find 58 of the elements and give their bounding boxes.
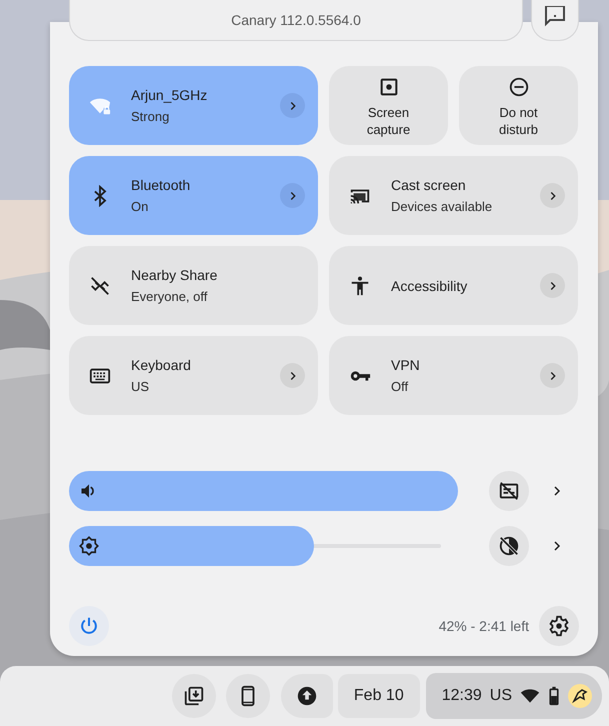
tile-subtitle: US	[131, 379, 150, 394]
avatar-icon	[568, 684, 592, 708]
tile-title: VPN	[391, 357, 421, 373]
tile-title: Cast screen	[391, 177, 467, 193]
tile-title: Do not disturb	[498, 104, 540, 138]
chevron-button[interactable]	[540, 273, 565, 298]
date-button[interactable]: Feb 10	[338, 674, 420, 718]
tile-subtitle: On	[131, 199, 150, 214]
tile-title: Accessibility	[391, 278, 468, 294]
brightness-icon	[79, 536, 99, 556]
tile-subtitle: Devices available	[391, 199, 494, 214]
chevron-button[interactable]	[540, 363, 565, 388]
dark-theme-off-icon	[498, 535, 520, 557]
feature-tile[interactable]: Accessibility	[329, 246, 578, 325]
chevron-button[interactable]	[280, 183, 305, 208]
nearby-share-off-icon	[89, 274, 111, 296]
battery-icon	[548, 686, 560, 706]
feature-tile[interactable]: Screen capture	[329, 66, 448, 145]
tile-subtitle: Strong	[131, 109, 170, 124]
feedback-button[interactable]	[531, 0, 579, 41]
feature-tile[interactable]: Nearby Share Everyone, off	[69, 246, 318, 325]
tile-title: Arjun_5GHz	[131, 87, 208, 103]
settings-icon	[548, 615, 570, 637]
feature-tile[interactable]: Bluetooth On	[69, 156, 318, 235]
power-icon	[78, 615, 100, 637]
settings-button[interactable]	[539, 606, 579, 646]
chevron-button[interactable]	[280, 363, 305, 388]
screen-capture-icon	[378, 76, 400, 98]
feature-tile[interactable]: Do not disturb	[459, 66, 578, 145]
chevron-button[interactable]	[540, 183, 565, 208]
phone-hub-button[interactable]	[226, 674, 270, 718]
feature-tile[interactable]: Cast screen Devices available	[329, 156, 578, 235]
tile-title: Nearby Share	[131, 267, 218, 283]
status-area[interactable]: 12:39 US	[426, 673, 602, 719]
upload-icon	[296, 685, 318, 707]
tile-title: Keyboard	[131, 357, 192, 373]
feature-tile[interactable]: Arjun_5GHz Strong	[69, 66, 318, 145]
slider-fill[interactable]	[69, 526, 314, 566]
download-stack-icon	[182, 685, 205, 707]
feature-tile[interactable]: Keyboard US	[69, 336, 318, 415]
clock-time: 12:39	[442, 687, 482, 705]
toggle-button[interactable]	[489, 526, 529, 566]
accessibility-icon	[349, 274, 371, 296]
tile-title: Bluetooth	[131, 177, 192, 193]
battery-status: 42% - 2:41 left	[438, 618, 529, 634]
tile-subtitle: Off	[391, 379, 410, 394]
version-label: Canary 112.0.5564.0	[69, 0, 523, 41]
do-not-disturb-icon	[508, 76, 530, 98]
tile-subtitle: Everyone, off	[131, 289, 208, 304]
tile-title: Screen capture	[366, 104, 412, 138]
upload-button[interactable]	[280, 674, 333, 718]
holding-space-button[interactable]	[172, 674, 216, 718]
power-button[interactable]	[69, 606, 109, 646]
toggle-button[interactable]	[489, 471, 529, 511]
chevron-button[interactable]	[280, 93, 305, 118]
feature-tile[interactable]: VPN Off	[329, 336, 578, 415]
captions-off-icon	[498, 480, 520, 502]
input-method-label: US	[490, 687, 512, 705]
